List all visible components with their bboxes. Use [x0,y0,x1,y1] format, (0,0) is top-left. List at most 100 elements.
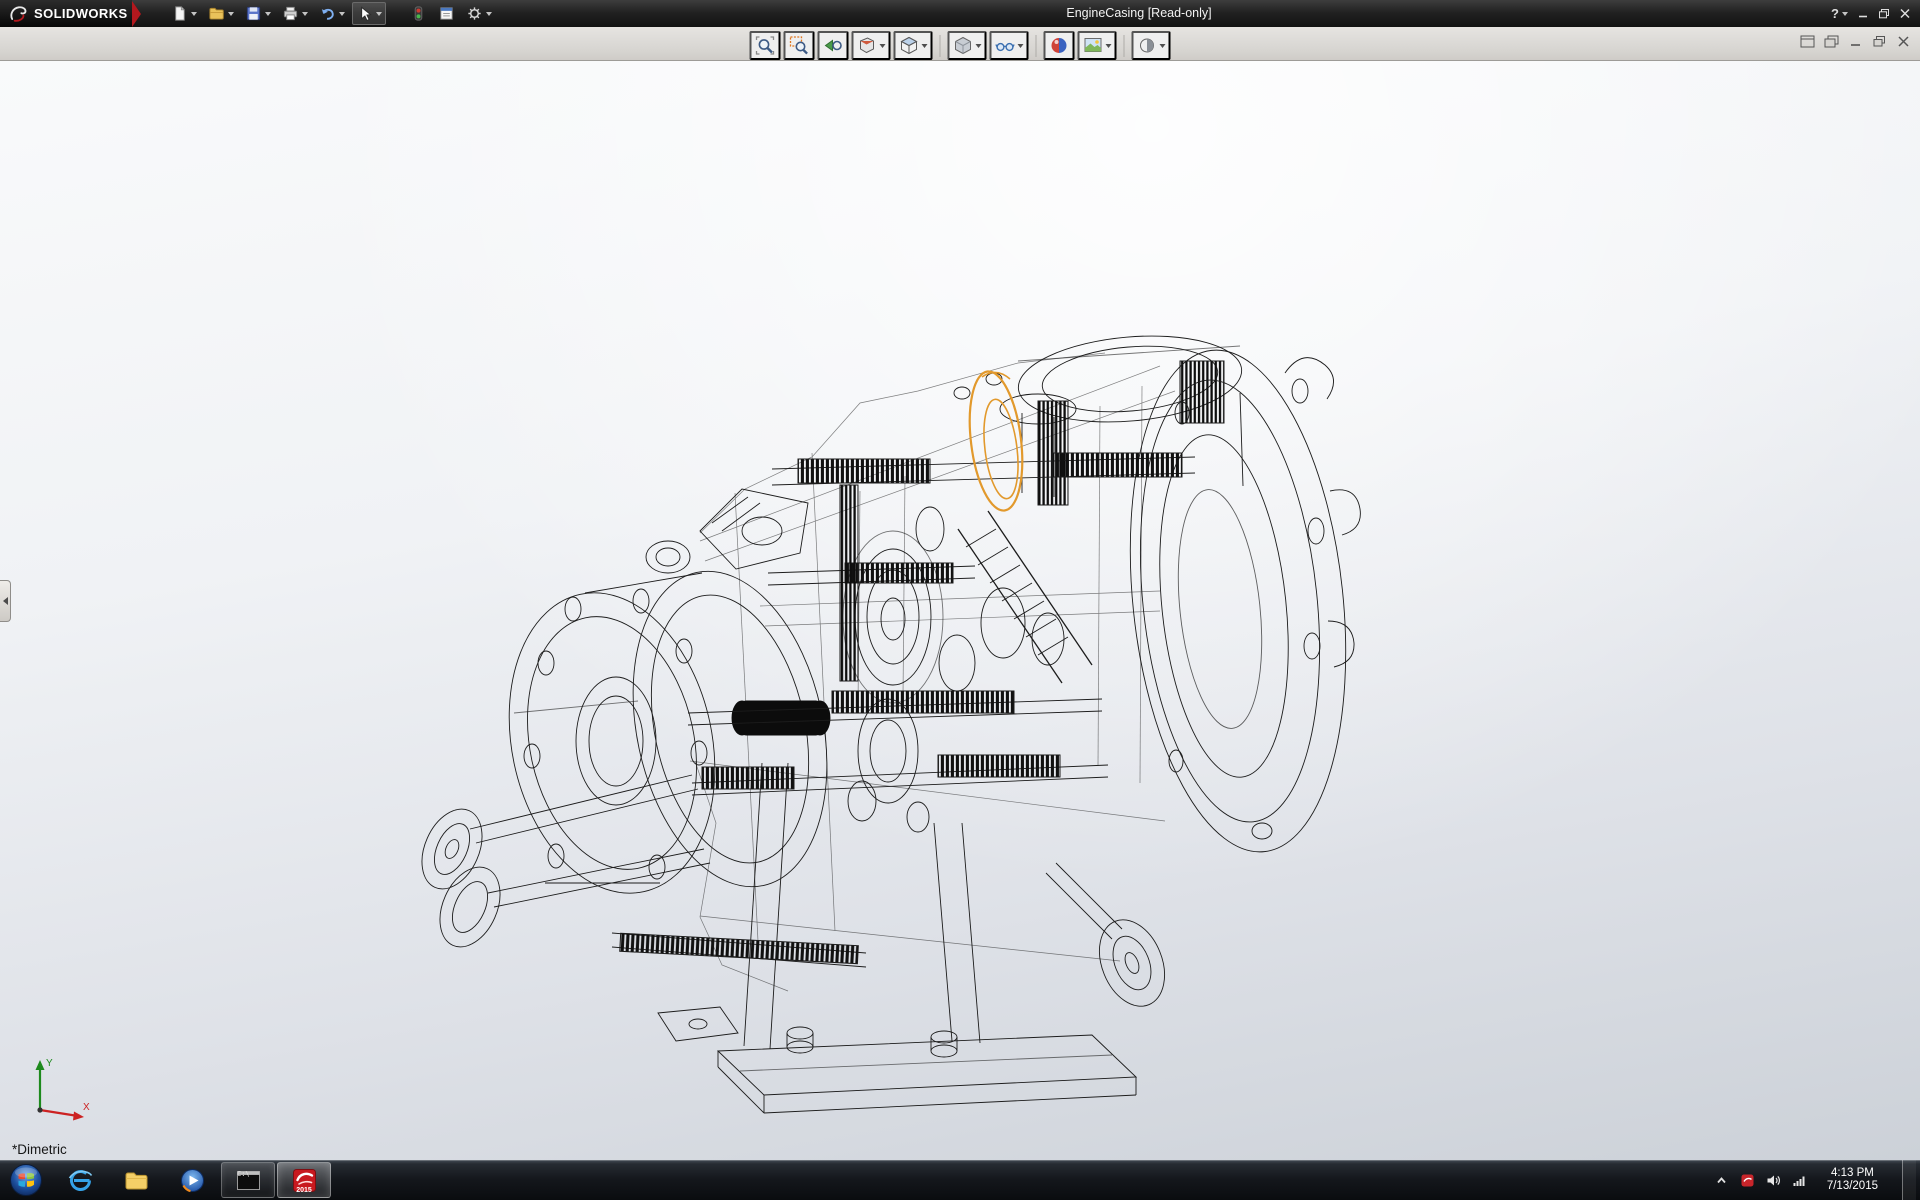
restore-button[interactable] [1878,8,1890,19]
minimize-button[interactable] [1857,8,1869,19]
display-style-button[interactable] [948,31,987,60]
start-button[interactable] [0,1160,52,1200]
triad-y-label: Y [46,1058,53,1069]
dropdown-caret [1160,44,1166,48]
window-title: EngineCasing [Read-only] [1066,0,1211,27]
minimize-icon [1857,8,1869,19]
taskbar: C:\ 2015 [0,1160,1920,1200]
doc-restore-button[interactable] [1872,35,1887,48]
display-style-icon [953,35,974,56]
tray-app-icon [1740,1173,1755,1188]
open-button[interactable] [204,2,238,25]
cascade-icon [1824,35,1839,48]
dropdown-caret [228,12,234,16]
titlebar: SOLIDWORKS [0,0,1920,27]
taskbar-clock[interactable]: 4:13 PM 7/13/2015 [1818,1167,1887,1194]
close-icon [1899,8,1911,19]
view-settings-button[interactable] [1132,31,1171,60]
view-orientation-label: *Dimetric [12,1142,67,1157]
dropdown-caret [302,12,308,16]
help-label: ? [1831,6,1839,21]
network-button[interactable] [1792,1173,1807,1188]
close-button[interactable] [1899,8,1911,19]
rebuild-icon [410,5,427,22]
taskbar-item-internet-explorer[interactable] [53,1162,107,1198]
select-cursor-icon [356,5,373,22]
restore-icon [1878,8,1890,19]
construction-lines [690,353,1175,991]
taskbar-item-windows-explorer[interactable] [109,1162,163,1198]
toolbar-separator [940,35,941,57]
new-button[interactable] [167,2,201,25]
print-button[interactable] [278,2,312,25]
apply-scene-icon [1083,35,1104,56]
new-icon [171,5,188,22]
tray-app-button[interactable] [1740,1173,1755,1188]
new-window-button[interactable] [1800,35,1815,48]
taskbar-item-media-player[interactable] [165,1162,219,1198]
graphics-area[interactable]: Y X *Dimetric [0,61,1920,1160]
volume-button[interactable] [1766,1173,1781,1188]
document-window-controls [1800,35,1911,48]
help-button[interactable]: ? [1831,6,1848,21]
dropdown-caret [265,12,271,16]
view-settings-icon [1137,35,1158,56]
zoom-to-area-icon [789,35,810,56]
view-orientation-button[interactable] [894,31,933,60]
hidden-icons-button[interactable] [1714,1173,1729,1188]
show-desktop-button[interactable] [1902,1160,1916,1200]
undo-button[interactable] [315,2,349,25]
heads-up-toolbar [750,31,1171,60]
right-bell-housing [1107,339,1369,862]
doc-minimize-button[interactable] [1848,35,1863,48]
main-toolbar [167,2,496,25]
collapse-arrow-icon [3,597,8,605]
section-view-button[interactable] [852,31,891,60]
section-view-icon [857,35,878,56]
hide-show-items-button[interactable] [990,31,1029,60]
dropdown-caret [976,44,982,48]
undo-icon [319,5,336,22]
clock-time: 4:13 PM [1827,1167,1878,1181]
toolbar-separator [1124,35,1125,57]
support-rods [410,775,1176,1016]
doc-close-button[interactable] [1896,35,1911,48]
taskbar-item-solidworks[interactable]: 2015 [277,1162,331,1198]
rebuild-button[interactable] [406,2,431,25]
zoom-to-fit-button[interactable] [750,31,781,60]
minimize-icon [1848,35,1863,48]
shafts-and-springs [612,453,1195,967]
view-toolbar-bar [0,27,1920,61]
hide-show-items-glasses-icon [995,35,1016,56]
chevron-up-icon [1714,1173,1729,1188]
dropdown-caret [1018,44,1024,48]
taskbar-item-command-prompt[interactable]: C:\ [221,1162,275,1198]
previous-view-button[interactable] [818,31,849,60]
edit-appearance-button[interactable] [1044,31,1075,60]
media-player-icon [179,1167,206,1194]
dropdown-caret [376,12,382,16]
zoom-to-area-button[interactable] [784,31,815,60]
options-button[interactable] [462,2,496,25]
dropdown-caret [339,12,345,16]
file-properties-button[interactable] [434,2,459,25]
engine-casing-wireframe-model[interactable] [0,61,1920,1160]
file-properties-icon [438,5,455,22]
dropdown-caret [191,12,197,16]
view-orientation-cube-icon [899,35,920,56]
print-icon [282,5,299,22]
brand-accent [132,1,141,27]
save-icon [245,5,262,22]
selected-edge-highlight [963,368,1030,513]
base-and-legs [658,763,1136,1113]
apply-scene-button[interactable] [1078,31,1117,60]
save-button[interactable] [241,2,275,25]
reference-triad[interactable]: Y X [20,1052,98,1126]
dropdown-caret [486,12,492,16]
solidworks-logo: SOLIDWORKS [0,0,132,27]
select-button[interactable] [352,2,386,25]
cascade-button[interactable] [1824,35,1839,48]
clock-date: 7/13/2015 [1827,1180,1878,1194]
folder-icon [123,1167,150,1194]
featuremanager-flyout-tab[interactable] [0,580,11,622]
